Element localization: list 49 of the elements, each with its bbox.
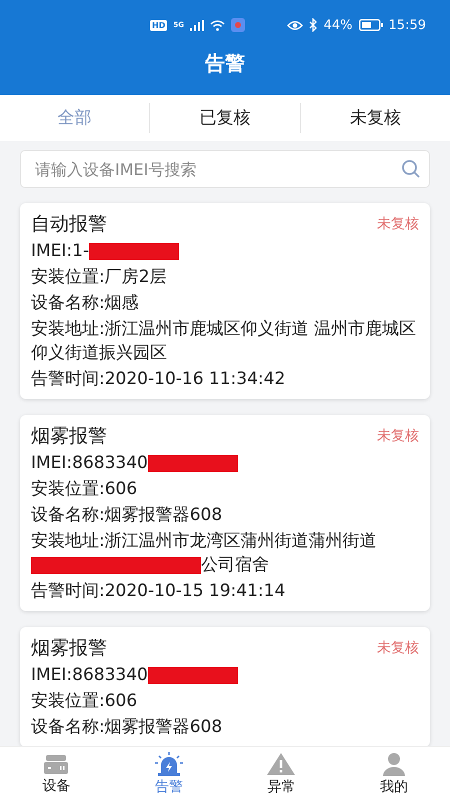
nav-tab[interactable]: 我的 <box>338 747 450 800</box>
alarm-detail: 安装位置:606 <box>31 690 138 713</box>
user-icon <box>380 752 407 776</box>
alarm-detail: 安装地址:浙江温州市龙湾区蒲州街道蒲州街道 <box>31 531 377 551</box>
alarm-detail: 告警时间:2020-10-16 11:34:42 <box>31 368 286 391</box>
alarm-detail: 设备名称:烟感 <box>31 292 140 315</box>
review-status: 未复核 <box>377 427 419 445</box>
alarm-light-icon <box>154 752 184 776</box>
alarm-detail: 安装地址:浙江温州市鹿城区仰义街道 温州市鹿城区仰义街道振兴园区 <box>31 318 418 365</box>
alarm-type: 烟雾报警 <box>31 424 107 449</box>
filter-tab[interactable]: 未复核 <box>300 103 450 133</box>
warning-icon <box>266 752 296 776</box>
wifi-icon <box>210 20 225 30</box>
alarm-detail: 设备名称:烟雾报警器608 <box>31 504 224 527</box>
nav-label: 我的 <box>380 778 408 796</box>
filter-tab[interactable]: 已复核 <box>149 103 300 133</box>
page-title: 告警 <box>205 50 245 77</box>
battery-icon <box>358 19 383 31</box>
bluetooth-icon <box>308 18 318 32</box>
alarm-detail: 告警时间:2020-10-15 19:41:14 <box>31 580 286 603</box>
battery-percent: 44% <box>324 18 353 32</box>
alarm-type: 自动报警 <box>31 212 107 237</box>
alarm-detail: IMEI:1- <box>31 241 90 261</box>
alarm-detail: IMEI:8683340 <box>31 665 148 685</box>
nav-label: 设备 <box>42 776 70 794</box>
signal-icon <box>190 20 204 30</box>
nav-tab[interactable]: 异常 <box>225 747 338 800</box>
alarm-detail: 公司宿舍 <box>201 555 269 575</box>
search-icon[interactable] <box>401 159 421 179</box>
alarm-type: 烟雾报警 <box>31 636 107 661</box>
alarm-detail: IMEI:8683340 <box>31 453 148 473</box>
review-status: 未复核 <box>377 215 419 233</box>
nav-label: 告警 <box>154 778 183 796</box>
alarm-detail: 安装位置:606 <box>31 478 138 501</box>
nav-tab[interactable]: 设备 <box>0 747 112 800</box>
review-status: 未复核 <box>377 639 419 657</box>
alarm-detail: 设备名称:烟雾报警器608 <box>31 716 224 739</box>
alarm-card[interactable]: 自动报警 未复核 IMEI:1- 安装位置:厂房2层 设备名称:烟感 安装地址:浙江温州市鹿城区仰义街道 温州市鹿城区仰义街道振兴园区 告警时间:2020-10-16 11:34:42 <box>20 203 430 399</box>
hd-indicator: HD <box>150 20 168 30</box>
app-icon <box>230 18 245 32</box>
clock-time: 15:59 <box>388 18 426 32</box>
device-icon <box>43 752 70 774</box>
search-field[interactable]: 请输入设备IMEI号搜索 <box>20 150 430 188</box>
nav-label: 异常 <box>267 778 296 796</box>
eye-icon <box>286 20 303 30</box>
nav-tab[interactable]: 告警 <box>112 747 225 800</box>
alarm-card[interactable]: 烟雾报警 未复核 IMEI:8683340 安装位置:606 设备名称:烟雾报警器608 <box>20 627 430 746</box>
alarm-detail: 安装位置:厂房2层 <box>31 266 168 289</box>
alarm-card[interactable]: 烟雾报警 未复核 IMEI:8683340 安装位置:606 设备名称:烟雾报警器608 安装地址:浙江温州市龙湾区蒲州街道蒲州街道 公司宿舍 告警时间:2020-10-15 19:41:14 <box>20 415 430 611</box>
